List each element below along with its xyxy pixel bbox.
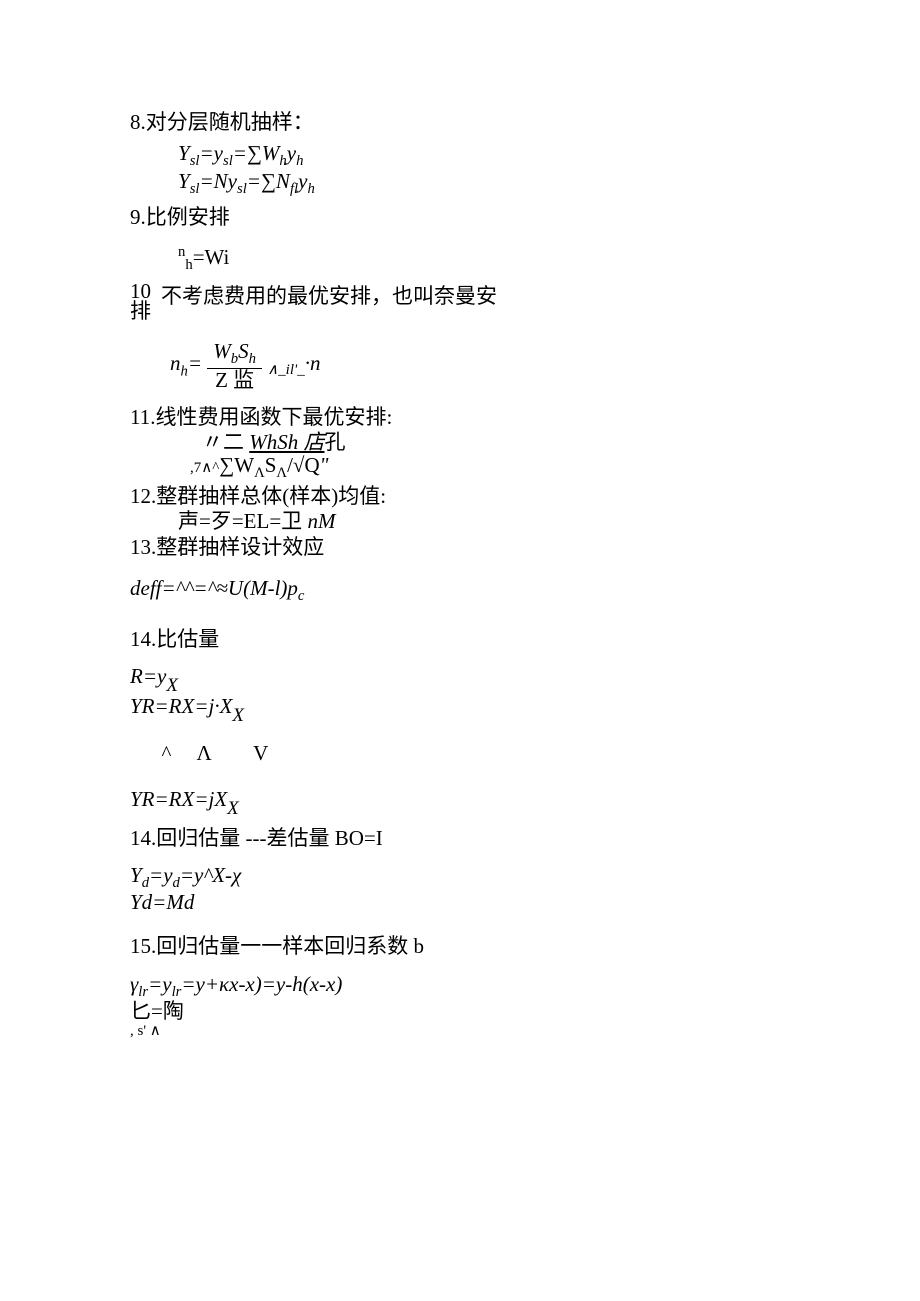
- item-9-number: 9: [130, 203, 141, 231]
- item-13-formula: deff=^^=^≈U(M-l)pc: [130, 574, 690, 607]
- item-8-header: 8 . 对分层随机抽样：: [130, 108, 690, 136]
- item-10-header: 10 排 不考虑费用的最优安排，也叫奈曼安: [130, 282, 690, 322]
- item-15-line2: 匕=陶: [130, 1000, 690, 1023]
- item-11-number: 11: [130, 403, 150, 431]
- item-10-title2: 排: [130, 299, 151, 323]
- item-12-header: 12 . 整群抽样总体(样本)均值:: [130, 482, 690, 510]
- item-15-header: 15 . 回归估量一一样本回归系数 b: [130, 932, 690, 960]
- item-14-header: 14 . 比估量: [130, 625, 690, 653]
- item-12-line1: 声=歹=EL=卫 nM: [178, 510, 690, 533]
- item-8-number: 8: [130, 108, 141, 136]
- item-14b-line1: Yd=yd=y^X-χ: [130, 864, 690, 891]
- item-8-formula-1: Ysl=ysl=∑Whyh: [178, 142, 690, 169]
- item-12-title: 整群抽样总体(样本)均值:: [156, 482, 386, 510]
- item-11-line2: ,7∧^∑WΛSΛ/√Q": [190, 454, 690, 481]
- fraction: WbSh Z 监: [207, 340, 262, 391]
- item-13-number: 13: [130, 533, 151, 561]
- item-9-header: 9 . 比例安排: [130, 203, 690, 231]
- item-11-title: 线性费用函数下最优安排:: [155, 403, 392, 431]
- item-14-number: 14: [130, 625, 151, 653]
- item-13-title: 整群抽样设计效应: [156, 533, 324, 561]
- item-14-line1: R=yX: [130, 665, 690, 689]
- item-14-line3: ^ Λ V: [130, 719, 690, 788]
- item-15-line1: γlr=ylr=y+κx-x)=y-h(x-x): [130, 973, 690, 1000]
- item-8-title: 对分层随机抽样：: [146, 108, 314, 136]
- item-9-title: 比例安排: [146, 203, 230, 231]
- item-14b-line2: Yd=Md: [130, 891, 690, 914]
- item-14b-number: 14: [130, 824, 151, 852]
- item-10-title: 不考虑费用的最优安排，也叫奈曼安: [161, 282, 497, 310]
- item-13-header: 13 . 整群抽样设计效应: [130, 533, 690, 561]
- item-12-number: 12: [130, 482, 151, 510]
- item-15-number: 15: [130, 932, 151, 960]
- item-14b-header: 14 . 回归估量 ---差估量 BO=I: [130, 824, 690, 852]
- item-11-header: 11 . 线性费用函数下最优安排:: [130, 403, 690, 431]
- item-14-title: 比估量: [156, 625, 219, 653]
- item-10-formula: nh= WbSh Z 监 ∧_il'_·n: [170, 340, 690, 391]
- item-14b-title: 回归估量 ---差估量 BO=I: [156, 824, 383, 852]
- item-15-line3: , s' ∧: [130, 1023, 690, 1040]
- item-9-formula: nh=Wi: [178, 243, 690, 276]
- item-14-line4: YR=RX=jXX: [130, 788, 690, 812]
- item-8-formula-2: Ysl=Nysl=∑Nflyh: [178, 170, 690, 197]
- item-11-line1: 〃二 WhSh 店孔: [202, 431, 690, 454]
- item-14-line2: YR=RX=j·XX: [130, 695, 690, 719]
- item-15-title: 回归估量一一样本回归系数 b: [156, 932, 424, 960]
